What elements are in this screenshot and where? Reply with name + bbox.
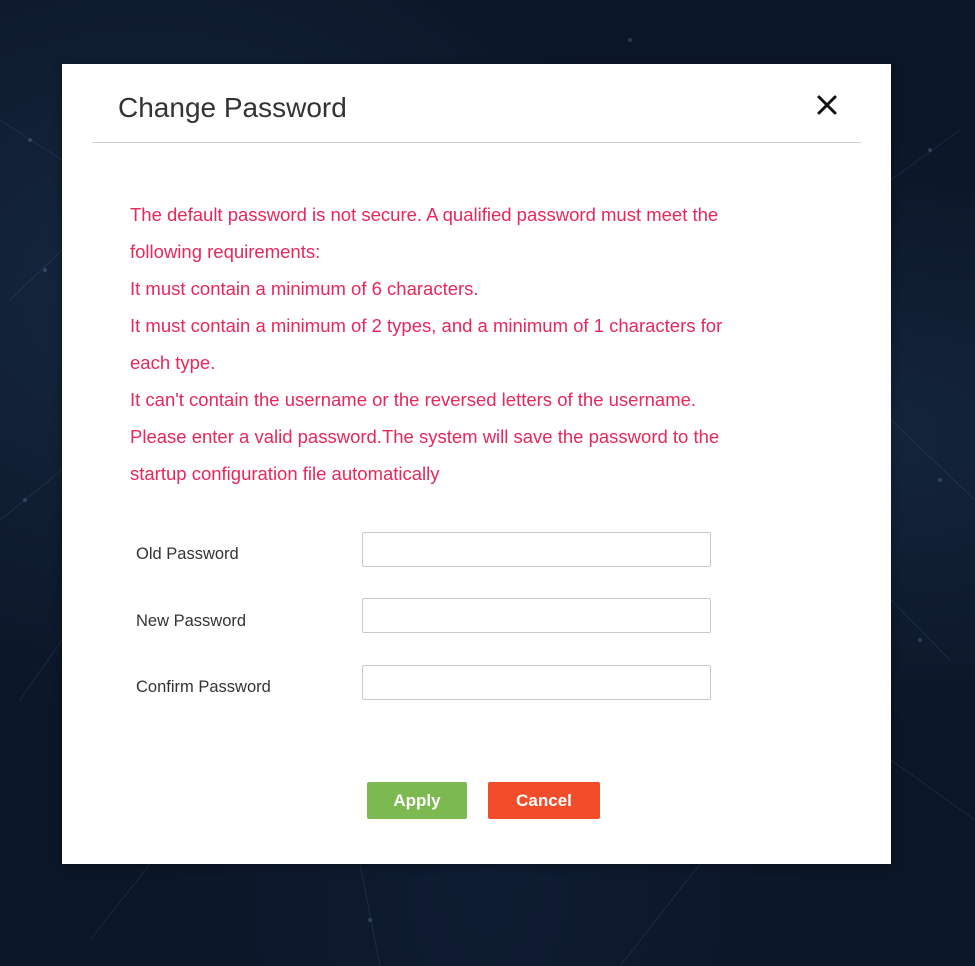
notice-line: startup configuration file automatically xyxy=(130,463,440,484)
apply-button[interactable]: Apply xyxy=(367,782,467,819)
confirm-password-input[interactable] xyxy=(362,665,711,700)
old-password-input[interactable] xyxy=(362,532,711,567)
cancel-button[interactable]: Cancel xyxy=(488,782,600,819)
notice-line: each type. xyxy=(130,352,216,373)
close-button[interactable] xyxy=(814,92,842,120)
notice-line: following requirements: xyxy=(130,241,321,262)
close-icon xyxy=(817,95,837,115)
new-password-input[interactable] xyxy=(362,598,711,633)
change-password-dialog: Change Password The default password is … xyxy=(62,64,891,864)
confirm-password-label: Confirm Password xyxy=(136,678,271,696)
dialog-title: Change Password xyxy=(118,92,347,123)
old-password-label: Old Password xyxy=(136,545,239,563)
notice-line: It must contain a minimum of 2 types, an… xyxy=(130,315,723,336)
notice-line: The default password is not secure. A qu… xyxy=(130,204,719,225)
notice-line: It can't contain the username or the rev… xyxy=(130,389,697,410)
password-requirements-notice: The default password is not secure. A qu… xyxy=(130,196,830,492)
new-password-label: New Password xyxy=(136,612,247,630)
dialog-header: Change Password xyxy=(92,64,861,143)
notice-line: Please enter a valid password.The system… xyxy=(130,426,720,447)
notice-line: It must contain a minimum of 6 character… xyxy=(130,278,479,299)
